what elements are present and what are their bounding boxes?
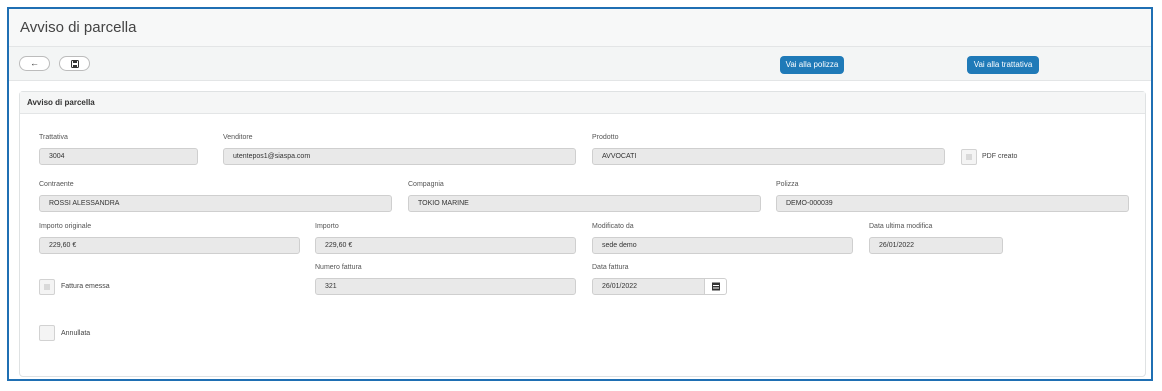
goto-deal-button[interactable]: Vai alla trattativa bbox=[967, 56, 1039, 74]
data-ultima-modifica-label: Data ultima modifica bbox=[869, 223, 933, 230]
fattura-emessa-checkbox[interactable] bbox=[39, 279, 55, 295]
compagnia-field[interactable]: TOKIO MARINE bbox=[408, 195, 761, 212]
data-ultima-modifica-field[interactable]: 26/01/2022 bbox=[869, 237, 1003, 254]
save-button[interactable] bbox=[59, 56, 90, 71]
title-bar: Avviso di parcella bbox=[9, 9, 1151, 47]
annullata-label: Annullata bbox=[61, 330, 91, 337]
numero-fattura-field[interactable]: 321 bbox=[315, 278, 576, 295]
importo-label: Importo bbox=[315, 223, 339, 230]
polizza-field[interactable]: DEMO-000039 bbox=[776, 195, 1129, 212]
importo-field[interactable]: 229,60 € bbox=[315, 237, 576, 254]
page-title: Avviso di parcella bbox=[20, 19, 137, 36]
app-window: Avviso di parcella ← Vai alla polizza Va… bbox=[7, 7, 1153, 381]
modificato-da-label: Modificato da bbox=[592, 223, 634, 230]
trattativa-field[interactable]: 3004 bbox=[39, 148, 198, 165]
compagnia-label: Compagnia bbox=[408, 181, 444, 188]
modificato-da-field[interactable]: sede demo bbox=[592, 237, 853, 254]
importo-originale-label: Importo originale bbox=[39, 223, 92, 230]
importo-originale-field[interactable]: 229,60 € bbox=[39, 237, 300, 254]
pdf-created-checkbox[interactable] bbox=[961, 149, 977, 165]
back-button[interactable]: ← bbox=[19, 56, 50, 71]
toolbar: ← Vai alla polizza Vai alla trattativa bbox=[9, 47, 1151, 81]
panel-title: Avviso di parcella bbox=[27, 98, 95, 107]
calendar-icon bbox=[705, 281, 727, 298]
panel-header: Avviso di parcella bbox=[20, 92, 1145, 114]
floppy-disk-icon bbox=[70, 58, 79, 68]
fattura-emessa-label: Fattura emessa bbox=[61, 283, 110, 290]
polizza-label: Polizza bbox=[776, 181, 799, 188]
venditore-label: Venditore bbox=[223, 134, 253, 141]
data-fattura-field[interactable]: 26/01/2022 bbox=[592, 278, 705, 295]
goto-policy-button[interactable]: Vai alla polizza bbox=[780, 56, 844, 74]
pdf-created-label: PDF creato bbox=[982, 153, 1018, 160]
prodotto-field[interactable]: AVVOCATI bbox=[592, 148, 945, 165]
contraente-label: Contraente bbox=[39, 181, 74, 188]
contraente-field[interactable]: ROSSI ALESSANDRA bbox=[39, 195, 392, 212]
trattativa-label: Trattativa bbox=[39, 134, 68, 141]
arrow-left-icon: ← bbox=[30, 58, 39, 68]
data-fattura-label: Data fattura bbox=[592, 264, 629, 271]
venditore-field[interactable]: utentepos1@siaspa.com bbox=[223, 148, 576, 165]
invoice-panel: Avviso di parcella Trattativa 3004 Vendi… bbox=[19, 91, 1146, 377]
annullata-checkbox[interactable] bbox=[39, 325, 55, 341]
numero-fattura-label: Numero fattura bbox=[315, 264, 362, 271]
calendar-button[interactable] bbox=[705, 278, 727, 295]
prodotto-label: Prodotto bbox=[592, 134, 619, 141]
